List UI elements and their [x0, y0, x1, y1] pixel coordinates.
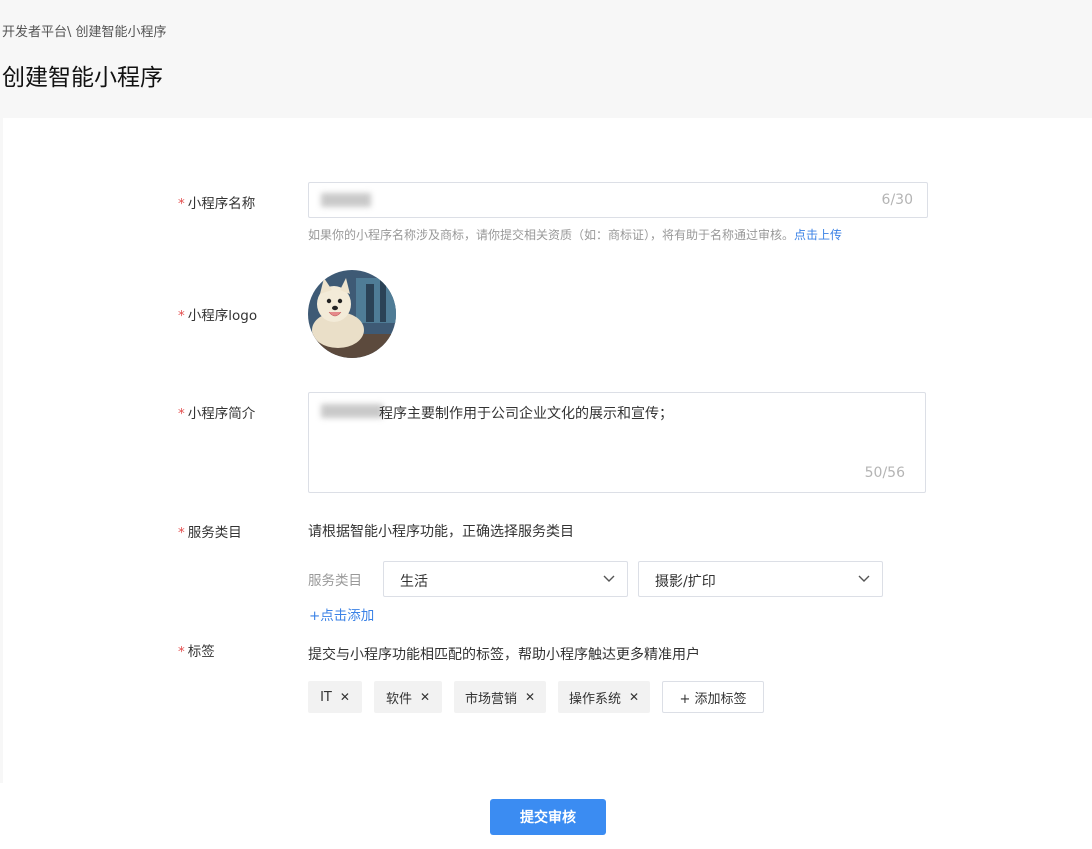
name-counter: 6/30	[881, 192, 913, 208]
tag-chip: IT ✕	[308, 681, 362, 713]
service-instruction: 请根据智能小程序功能，正确选择服务类目	[308, 524, 574, 540]
add-tag-button[interactable]: + 添加标签	[662, 681, 764, 713]
description-label: * 小程序简介	[178, 406, 256, 422]
tags-instruction: 提交与小程序功能相匹配的标签，帮助小程序触达更多精准用户	[308, 647, 700, 663]
tag-chip: 操作系统 ✕	[558, 681, 650, 713]
logo-label: * 小程序logo	[178, 308, 258, 324]
chevron-down-icon	[603, 575, 615, 582]
tag-chip: 软件 ✕	[374, 681, 442, 713]
required-mark: *	[178, 525, 185, 541]
description-text: 程序主要制作用于公司企业文化的展示和宣传；	[379, 406, 673, 422]
tag-chip: 市场营销 ✕	[454, 681, 546, 713]
secondary-category-select[interactable]: 摄影/扩印	[638, 561, 883, 597]
name-label: * 小程序名称	[178, 196, 256, 212]
service-label: * 服务类目	[178, 525, 242, 541]
required-mark: *	[178, 644, 185, 660]
redacted-prefix	[321, 404, 383, 418]
category-row-label: 服务类目	[308, 573, 362, 589]
close-icon[interactable]: ✕	[525, 690, 535, 704]
close-icon[interactable]: ✕	[629, 690, 639, 704]
form-card: * 小程序名称 6/30 如果你的小程序名称涉及商标，请你提交相关资质（如：商标证…	[3, 118, 1092, 783]
primary-category-select[interactable]: 生活	[383, 561, 628, 597]
name-hint: 如果你的小程序名称涉及商标，请你提交相关资质（如：商标证），将有助于名称通过审核…	[308, 228, 843, 242]
close-icon[interactable]: ✕	[420, 690, 430, 704]
upload-link[interactable]: 点击上传	[794, 228, 842, 242]
required-mark: *	[178, 406, 185, 422]
add-category-link[interactable]: +点击添加	[309, 604, 374, 624]
name-input[interactable]: 6/30	[308, 182, 928, 218]
close-icon[interactable]: ✕	[340, 690, 350, 704]
page-title: 创建智能小程序	[2, 65, 163, 91]
submit-review-button[interactable]: 提交审核	[490, 799, 606, 835]
dog-photo-icon	[308, 270, 396, 358]
logo-image[interactable]	[308, 270, 396, 358]
required-mark: *	[178, 308, 185, 324]
breadcrumb: 开发者平台\ 创建智能小程序	[2, 25, 167, 40]
chevron-down-icon	[858, 575, 870, 582]
tags-label: * 标签	[178, 644, 215, 660]
description-counter: 50/56	[864, 465, 905, 481]
required-mark: *	[178, 196, 185, 212]
footer-bar: 提交审核	[0, 783, 1092, 849]
redacted-name	[321, 193, 371, 207]
description-textarea[interactable]: 程序主要制作用于公司企业文化的展示和宣传； 50/56	[308, 392, 926, 493]
